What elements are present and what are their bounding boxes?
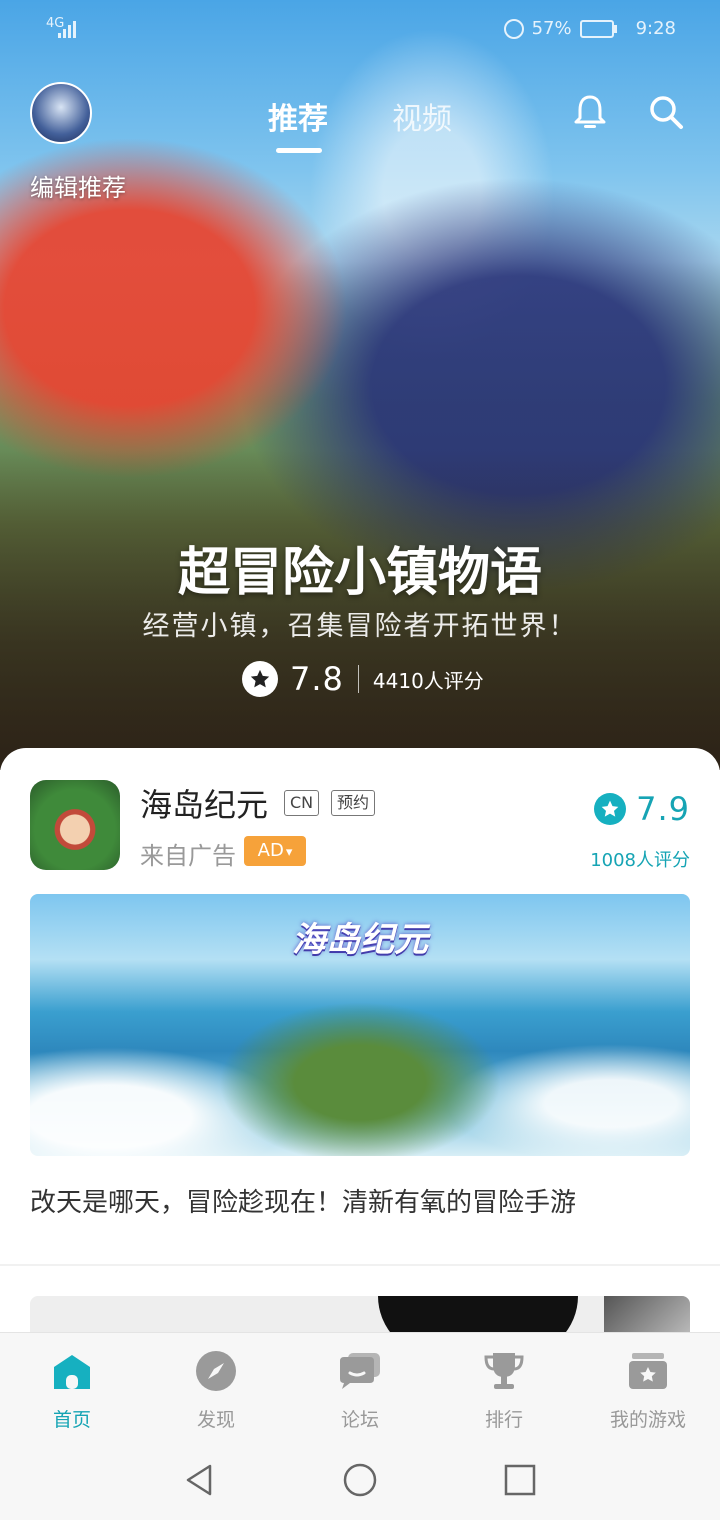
app-rating: 7.9 bbox=[594, 790, 690, 828]
tab-forum-label: 论坛 bbox=[340, 1409, 379, 1431]
battery-icon bbox=[579, 19, 617, 38]
region-tag: CN bbox=[284, 790, 320, 816]
star-icon bbox=[242, 661, 278, 697]
app-icon[interactable] bbox=[30, 780, 120, 870]
battery-percent: 57% bbox=[531, 18, 572, 39]
star-icon bbox=[594, 793, 627, 825]
ad-source-label: 来自广告 bbox=[140, 842, 236, 870]
featured-game-title[interactable]: 超冒险小镇物语 bbox=[0, 530, 720, 605]
search-icon[interactable] bbox=[646, 92, 686, 132]
tab-forum[interactable]: 论坛 bbox=[288, 1333, 432, 1441]
chat-icon bbox=[340, 1353, 380, 1389]
next-card-image bbox=[378, 1296, 578, 1336]
recents-icon[interactable] bbox=[500, 1460, 540, 1500]
home-icon bbox=[54, 1355, 90, 1389]
back-icon[interactable] bbox=[180, 1460, 220, 1500]
status-bar: 4G 57% 9:28 bbox=[0, 0, 720, 60]
featured-game-subtitle: 经营小镇，召集冒险者开拓世界！ bbox=[142, 611, 578, 642]
editor-picks-label: 编辑推荐 bbox=[30, 174, 126, 202]
tab-my-games[interactable]: 我的游戏 bbox=[576, 1333, 720, 1441]
bottom-tab-bar: 首页 发现 论坛 排行 我的游戏 bbox=[0, 1332, 720, 1441]
rating-divider bbox=[357, 665, 359, 693]
tab-recommend[interactable]: 推荐 bbox=[268, 94, 328, 138]
featured-hero-banner[interactable] bbox=[0, 0, 720, 770]
tab-video[interactable]: 视频 bbox=[392, 94, 452, 138]
active-tab-indicator bbox=[276, 148, 322, 153]
next-card-thumbnail bbox=[604, 1296, 690, 1336]
alarm-icon bbox=[503, 18, 524, 39]
clock: 9:28 bbox=[635, 18, 676, 39]
app-description[interactable]: 改天是哪天，冒险趁现在！清新有氧的冒险手游 bbox=[30, 1182, 576, 1219]
system-navigation-bar bbox=[0, 1440, 720, 1520]
app-name[interactable]: 海岛纪元 bbox=[140, 780, 268, 826]
ad-badge[interactable]: AD ▾ bbox=[244, 836, 306, 866]
preorder-tag: 预约 bbox=[331, 790, 376, 816]
ad-badge-label: AD bbox=[257, 840, 284, 861]
trophy-icon bbox=[484, 1353, 524, 1389]
featured-rating: 7.8 4410人评分 bbox=[242, 660, 484, 698]
tab-ranking-label: 排行 bbox=[484, 1409, 523, 1431]
signal-icon bbox=[58, 20, 80, 38]
featured-score: 7.8 bbox=[290, 660, 344, 698]
tab-home[interactable]: 首页 bbox=[0, 1333, 144, 1441]
chevron-down-icon: ▾ bbox=[285, 845, 293, 860]
app-score: 7.9 bbox=[636, 790, 690, 828]
tab-my-games-label: 我的游戏 bbox=[609, 1409, 686, 1431]
tab-home-label: 首页 bbox=[52, 1409, 91, 1431]
tab-discover-label: 发现 bbox=[196, 1409, 235, 1431]
user-avatar[interactable] bbox=[30, 82, 92, 144]
app-rating-count: 1008人评分 bbox=[590, 850, 690, 871]
game-box-icon bbox=[629, 1353, 667, 1389]
next-game-card[interactable] bbox=[30, 1296, 690, 1336]
bell-icon[interactable] bbox=[570, 92, 610, 132]
featured-rating-count: 4410人评分 bbox=[372, 668, 484, 693]
home-circle-icon[interactable] bbox=[340, 1460, 380, 1500]
banner-game-logo: 海岛纪元 bbox=[292, 920, 428, 960]
app-banner-image[interactable]: 海岛纪元 bbox=[30, 894, 690, 1156]
section-divider bbox=[0, 1264, 720, 1266]
compass-icon bbox=[196, 1351, 236, 1391]
tab-discover[interactable]: 发现 bbox=[144, 1333, 288, 1441]
tab-ranking[interactable]: 排行 bbox=[432, 1333, 576, 1441]
